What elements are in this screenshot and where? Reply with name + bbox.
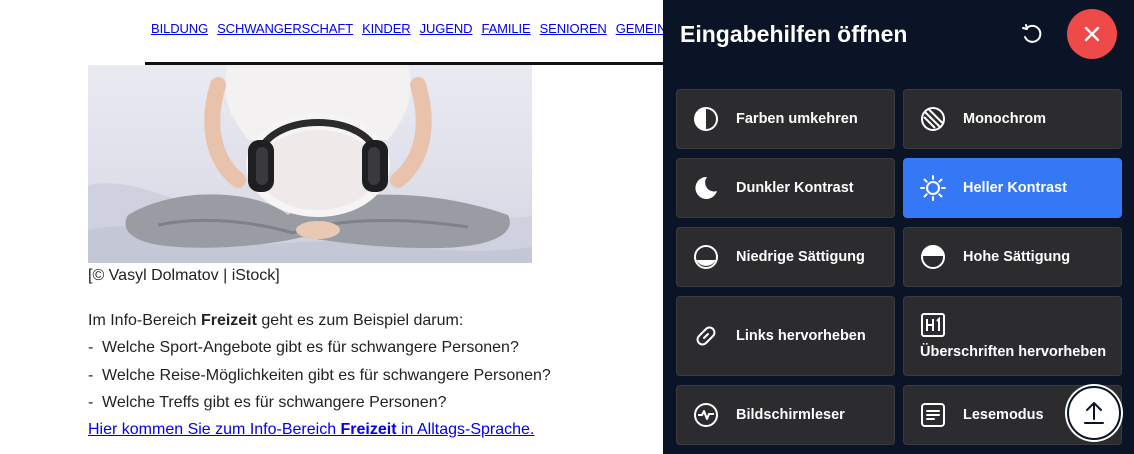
list-item: - Welche Treffs gibt es für schwangere Pe… bbox=[88, 394, 551, 422]
nav-link-senioren[interactable]: SENIOREN bbox=[540, 21, 607, 36]
topic-list: - Welche Sport-Angebote gibt es für schwa… bbox=[88, 339, 551, 422]
list-item: - Welche Sport-Angebote gibt es für schwa… bbox=[88, 339, 551, 367]
reading-mode-icon bbox=[920, 402, 946, 428]
reset-button[interactable] bbox=[1017, 20, 1047, 50]
link-bold: Freizeit bbox=[340, 421, 397, 438]
scroll-to-top-button[interactable] bbox=[1067, 386, 1121, 440]
list-item-text: Welche Sport-Angebote gibt es für schwan… bbox=[102, 339, 519, 356]
tile-label: Farben umkehren bbox=[736, 111, 858, 127]
tile-low-saturation[interactable]: Niedrige Sättigung bbox=[676, 227, 895, 287]
sun-icon bbox=[920, 175, 946, 201]
link-suffix: in Alltags-Sprache. bbox=[396, 421, 535, 438]
tile-label: Monochrom bbox=[963, 111, 1046, 127]
monochrome-icon bbox=[920, 106, 946, 132]
tile-invert-colors[interactable]: Farben umkehren bbox=[676, 89, 895, 149]
pregnant-person-with-headphones-image bbox=[88, 65, 532, 263]
tile-monochrome[interactable]: Monochrom bbox=[903, 89, 1122, 149]
panel-title: Eingabehilfen öffnen bbox=[680, 21, 908, 47]
high-saturation-icon bbox=[920, 244, 946, 270]
tile-highlight-headings[interactable]: Überschriften hervorheben bbox=[903, 296, 1122, 376]
accessibility-panel: Eingabehilfen öffnen Farben umkehren Mon… bbox=[663, 0, 1134, 454]
main-navigation: BILDUNG SCHWANGERSCHAFT KINDER JUGEND FAMILI… bbox=[151, 21, 703, 36]
bullet-dash: - bbox=[88, 366, 94, 384]
nav-link-familie[interactable]: FAMILIE bbox=[481, 21, 530, 36]
invert-colors-icon bbox=[693, 106, 719, 132]
tile-label: Hohe Sättigung bbox=[963, 249, 1071, 265]
link-prefix: Hier kommen Sie zum Info-Bereich bbox=[88, 421, 341, 438]
moon-icon bbox=[693, 175, 719, 201]
tile-screen-reader[interactable]: Bildschirmleser bbox=[676, 385, 895, 445]
tile-label: Lesemodus bbox=[963, 407, 1044, 423]
tile-label: Heller Kontrast bbox=[963, 180, 1067, 196]
nav-link-bildung[interactable]: BILDUNG bbox=[151, 21, 208, 36]
tile-label: Überschriften hervorheben bbox=[920, 344, 1107, 360]
article-photo bbox=[88, 65, 532, 263]
freizeit-info-link[interactable]: Hier kommen Sie zum Info-Bereich Freizei… bbox=[88, 421, 534, 439]
link-icon bbox=[693, 323, 719, 349]
tile-label: Dunkler Kontrast bbox=[736, 180, 854, 196]
tile-dark-contrast[interactable]: Dunkler Kontrast bbox=[676, 158, 895, 218]
list-item-text: Welche Treffs gibt es für schwangere Per… bbox=[102, 394, 447, 411]
intro-prefix: Im Info-Bereich bbox=[88, 312, 201, 329]
tile-light-contrast[interactable]: Heller Kontrast bbox=[903, 158, 1122, 218]
tile-label: Niedrige Sättigung bbox=[736, 249, 865, 265]
intro-bold: Freizeit bbox=[200, 312, 257, 329]
nav-link-schwangerschaft[interactable]: SCHWANGERSCHAFT bbox=[217, 21, 353, 36]
reset-icon bbox=[1022, 24, 1042, 43]
intro-text: Im Info-Bereich Freizeit geht es zum Bei… bbox=[88, 312, 463, 330]
tile-high-saturation[interactable]: Hohe Sättigung bbox=[903, 227, 1122, 287]
nav-link-kinder[interactable]: KINDER bbox=[362, 21, 411, 36]
intro-suffix: geht es zum Beispiel darum: bbox=[256, 312, 464, 329]
tile-label: Bildschirmleser bbox=[736, 407, 845, 423]
image-caption: [© Vasyl Dolmatov | iStock] bbox=[88, 267, 280, 284]
bullet-dash: - bbox=[88, 339, 94, 356]
h1-icon bbox=[920, 312, 946, 338]
arrow-up-icon bbox=[1084, 402, 1104, 424]
list-item: - Welche Reise-Möglichkeiten gibt es für … bbox=[88, 367, 551, 395]
tile-label: Links hervorheben bbox=[736, 328, 866, 344]
close-button[interactable] bbox=[1067, 9, 1117, 59]
bullet-dash: - bbox=[88, 394, 94, 411]
low-saturation-icon bbox=[693, 244, 719, 270]
tile-highlight-links[interactable]: Links hervorheben bbox=[676, 296, 895, 376]
close-icon bbox=[1084, 26, 1100, 42]
list-item-text: Welche Reise-Möglichkeiten gibt es für s… bbox=[102, 366, 551, 384]
nav-link-jugend[interactable]: JUGEND bbox=[420, 21, 473, 36]
heartbeat-icon bbox=[693, 402, 719, 428]
